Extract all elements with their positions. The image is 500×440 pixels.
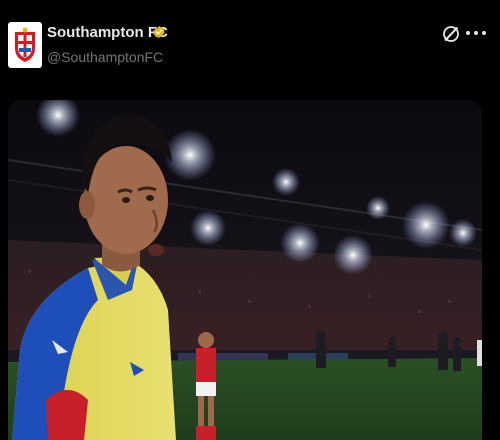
handle[interactable]: @SouthamptonFC — [47, 49, 163, 65]
display-name[interactable]: Southampton FC — [47, 24, 168, 41]
more-icon[interactable] — [465, 28, 487, 38]
grok-icon[interactable] — [441, 24, 461, 44]
club-crest-icon — [15, 27, 35, 62]
verified-badge-icon[interactable] — [152, 25, 166, 39]
stadium-photo — [8, 100, 482, 440]
avatar[interactable] — [8, 22, 42, 68]
post-header: Southampton FC @SouthamptonFC — [0, 0, 500, 96]
post-media-photo[interactable] — [8, 100, 482, 440]
